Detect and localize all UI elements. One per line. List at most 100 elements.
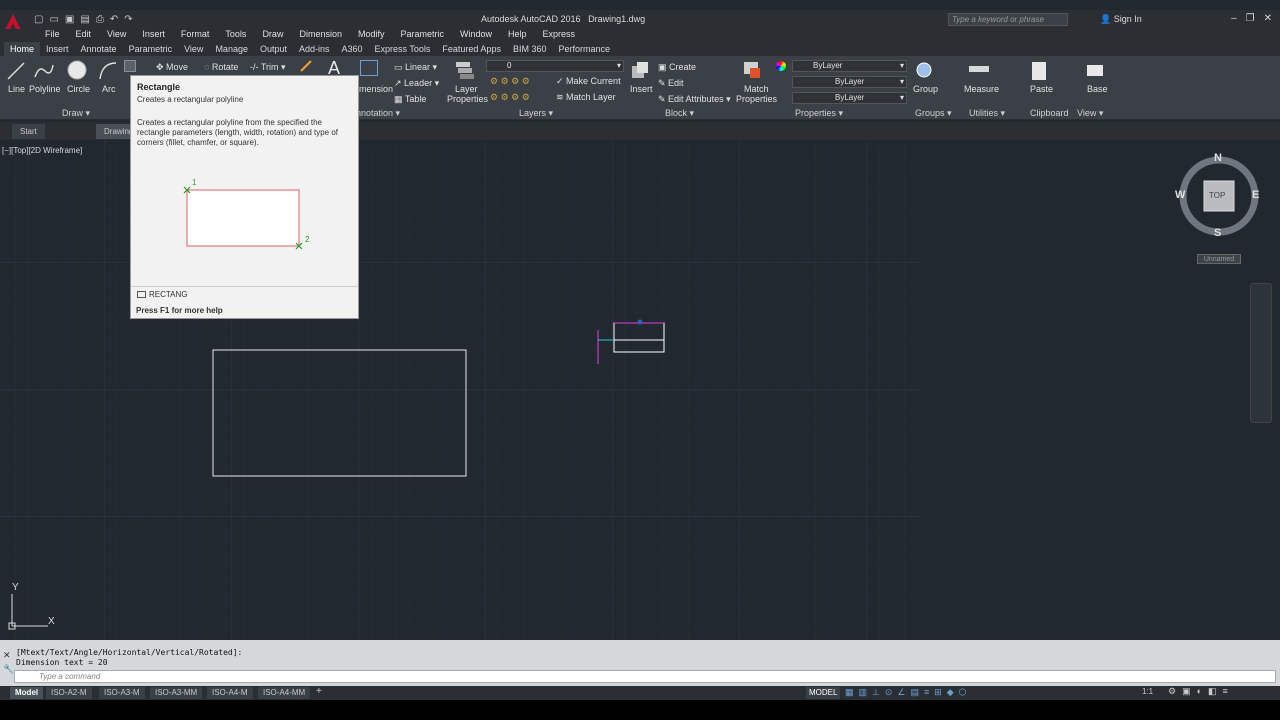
- layers-panel-title[interactable]: Layers ▾: [519, 108, 553, 119]
- viewcube-top[interactable]: TOP: [1209, 191, 1225, 200]
- ribbon-tab[interactable]: Parametric: [123, 42, 179, 56]
- ribbon-tab[interactable]: Express Tools: [369, 42, 437, 56]
- layout-tab[interactable]: ISO-A2-M: [46, 687, 92, 699]
- clipboard-panel-title[interactable]: Clipboard: [1030, 108, 1069, 118]
- block-panel-title[interactable]: Block ▾: [665, 108, 694, 119]
- ribbon-tab[interactable]: Featured Apps: [436, 42, 507, 56]
- status-toggles[interactable]: ▦▥⊥⊙∠▤≡⊞◆⬡: [845, 687, 972, 698]
- start-tab[interactable]: Start: [12, 124, 45, 139]
- menu-item[interactable]: Help: [500, 29, 535, 42]
- linear-button[interactable]: ▭ Linear ▾: [394, 62, 437, 73]
- base-button[interactable]: Base: [1087, 84, 1108, 94]
- match-properties-label-1[interactable]: Match: [744, 84, 769, 94]
- layer-properties-icon[interactable]: [454, 60, 476, 80]
- menu-item[interactable]: Edit: [68, 29, 100, 42]
- redo-icon[interactable]: ↷: [124, 14, 132, 25]
- menu-item[interactable]: Draw: [254, 29, 291, 42]
- polyline-button[interactable]: Polyline: [29, 84, 61, 94]
- dimension-button[interactable]: mension: [359, 84, 393, 94]
- command-input[interactable]: Type a command: [14, 670, 1276, 683]
- line-button[interactable]: Line: [8, 84, 25, 94]
- insert-button[interactable]: Insert: [630, 84, 653, 94]
- base-icon[interactable]: [1086, 62, 1104, 78]
- properties-panel-title[interactable]: Properties ▾: [795, 108, 843, 119]
- saveas-icon[interactable]: ▤: [80, 14, 89, 25]
- model-space-button[interactable]: MODEL: [806, 687, 841, 699]
- menu-item[interactable]: Insert: [134, 29, 173, 42]
- measure-icon[interactable]: [968, 62, 990, 76]
- move-button[interactable]: ✥ Move: [156, 62, 188, 73]
- menu-item[interactable]: Parametric: [393, 29, 453, 42]
- view-panel-title[interactable]: View ▾: [1077, 108, 1103, 119]
- undo-icon[interactable]: ↶: [110, 14, 118, 25]
- layout-tab[interactable]: ISO-A3-MM: [150, 687, 203, 699]
- menu-item[interactable]: View: [99, 29, 134, 42]
- group-icon[interactable]: [914, 60, 934, 80]
- layout-tab[interactable]: ISO-A4-M: [207, 687, 253, 699]
- layout-tab[interactable]: ISO-A3-M: [99, 687, 145, 699]
- edit-block-button[interactable]: ✎ Edit: [658, 78, 684, 89]
- ribbon-tab[interactable]: A360: [336, 42, 369, 56]
- layer-tools-row2[interactable]: ⚙ ⚙ ⚙ ⚙: [490, 92, 530, 103]
- create-block-button[interactable]: ▣ Create: [658, 62, 696, 73]
- close-icon[interactable]: ✕: [1264, 13, 1272, 24]
- insert-icon[interactable]: [630, 60, 650, 80]
- viewport-controls[interactable]: [−][Top][2D Wireframe]: [2, 146, 82, 155]
- line-icon[interactable]: [6, 60, 26, 82]
- ribbon-tab[interactable]: Manage: [209, 42, 254, 56]
- layer-tools-row1[interactable]: ⚙ ⚙ ⚙ ⚙: [490, 76, 530, 87]
- ucs-menu[interactable]: Unnamed: [1197, 254, 1241, 264]
- rotate-button[interactable]: ◌ Rotate: [204, 62, 238, 72]
- ribbon-tab[interactable]: Insert: [40, 42, 75, 56]
- annotation-scale[interactable]: 1:1: [1142, 687, 1153, 696]
- arc-button[interactable]: Arc: [102, 84, 116, 94]
- save-icon[interactable]: ▣: [65, 14, 74, 25]
- layer-dropdown[interactable]: 0: [486, 60, 624, 72]
- layout-tab[interactable]: Model: [10, 687, 44, 699]
- compass-n[interactable]: N: [1214, 152, 1222, 164]
- layer-properties-label-2[interactable]: Properties: [447, 94, 488, 104]
- open-icon[interactable]: ▭: [49, 14, 58, 25]
- groups-panel-title[interactable]: Groups ▾: [915, 108, 952, 119]
- new-icon[interactable]: ▢: [34, 14, 43, 25]
- ribbon-tab[interactable]: View: [178, 42, 209, 56]
- menu-item[interactable]: Dimension: [291, 29, 350, 42]
- color-dropdown[interactable]: ByLayer: [792, 60, 907, 72]
- ribbon-tab[interactable]: BIM 360: [507, 42, 553, 56]
- match-properties-icon[interactable]: [742, 60, 764, 80]
- leader-button[interactable]: ↗ Leader ▾: [394, 78, 439, 89]
- rectangle-icon[interactable]: [124, 60, 136, 72]
- search-input[interactable]: Type a keyword or phrase: [948, 13, 1068, 26]
- plot-icon[interactable]: ⎙: [96, 14, 104, 25]
- pencil-icon[interactable]: [300, 60, 312, 72]
- ribbon-tab[interactable]: Add-ins: [293, 42, 336, 56]
- minimize-icon[interactable]: –: [1231, 13, 1237, 24]
- add-layout-icon[interactable]: +: [316, 686, 322, 697]
- status-right-icons[interactable]: ⚙▣◐◧≡: [1168, 686, 1234, 697]
- paste-icon[interactable]: [1030, 59, 1048, 81]
- wrench-icon[interactable]: 🔧: [3, 664, 14, 675]
- make-current-button[interactable]: ✓ Make Current: [556, 76, 621, 87]
- close-command-icon[interactable]: ✕: [3, 650, 11, 661]
- match-layer-button[interactable]: ≋ Match Layer: [556, 92, 616, 103]
- ribbon-tab[interactable]: Output: [254, 42, 293, 56]
- draw-panel-title[interactable]: Draw ▾: [62, 108, 90, 119]
- ribbon-tab[interactable]: Performance: [552, 42, 616, 56]
- circle-icon[interactable]: [66, 59, 88, 81]
- polyline-icon[interactable]: [33, 60, 55, 82]
- lineweight-dropdown[interactable]: ByLayer: [792, 92, 907, 104]
- menu-item[interactable]: File: [37, 29, 68, 42]
- ribbon-tab[interactable]: Home: [4, 42, 41, 56]
- compass-e[interactable]: E: [1252, 189, 1259, 201]
- edit-attributes-button[interactable]: ✎ Edit Attributes ▾: [658, 94, 731, 105]
- dimension-icon[interactable]: [360, 60, 378, 76]
- arc-icon[interactable]: [98, 60, 118, 82]
- annotation-panel-title[interactable]: nnotation ▾: [356, 108, 400, 119]
- navigation-bar[interactable]: [1250, 283, 1272, 423]
- menu-item[interactable]: Format: [173, 29, 218, 42]
- table-button[interactable]: ▦ Table: [394, 94, 426, 105]
- compass-s[interactable]: S: [1214, 227, 1221, 239]
- compass-w[interactable]: W: [1175, 189, 1185, 201]
- menu-item[interactable]: Express: [535, 29, 584, 42]
- match-properties-label-2[interactable]: Properties: [736, 94, 777, 104]
